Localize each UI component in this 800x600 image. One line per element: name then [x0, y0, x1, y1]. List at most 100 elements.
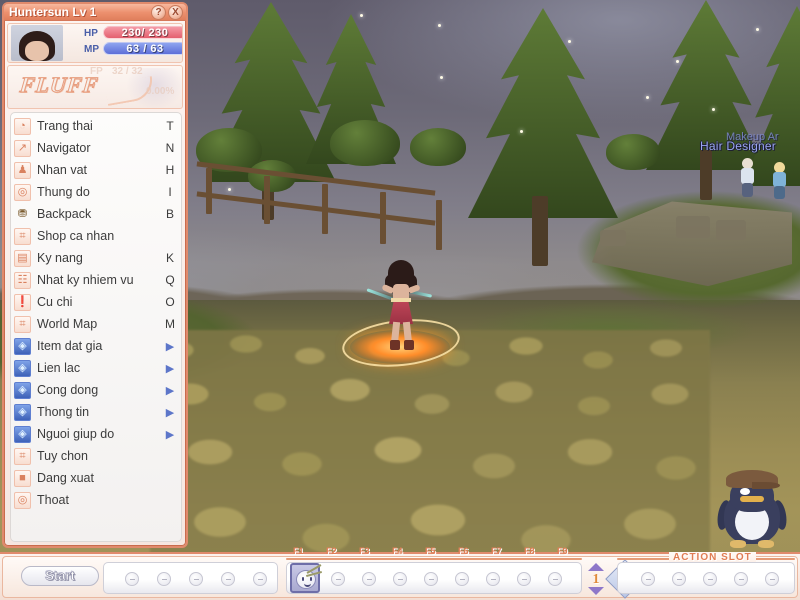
backpack-icon: ⛃	[14, 206, 31, 223]
menu-item-label: Thong tin	[37, 405, 90, 419]
menu-item-world-map[interactable]: ⌗ World Map M	[11, 313, 181, 335]
fkey-slot-2[interactable]	[362, 572, 376, 586]
avatar[interactable]	[11, 25, 63, 61]
quick-slot-5[interactable]	[253, 572, 267, 586]
start-button[interactable]: Start	[21, 566, 99, 586]
character-boot-right	[404, 340, 414, 350]
fkey-slot-3[interactable]	[393, 572, 407, 586]
hp-label: HP	[84, 28, 98, 39]
menu-item-thong-tin[interactable]: ◈ Thong tin ▶	[11, 401, 181, 423]
window-title-bar[interactable]: Huntersun Lv 1 ? X	[4, 4, 186, 21]
fkey-slot-8[interactable]	[548, 572, 562, 586]
action-slot-4[interactable]	[734, 572, 748, 586]
menu-item-dang-xuat[interactable]: ■ Dang xuat	[11, 467, 181, 489]
main-menu-list[interactable]: ◔ Trang thai T ↗ Navigator N ♟ Nhan vat H ◎ Thung …	[10, 112, 182, 542]
menu-item-label: Nhan vat	[37, 163, 88, 177]
penguin-pet[interactable]	[715, 470, 789, 552]
menu-item-label: World Map	[37, 317, 98, 331]
menu-item-nhat-ky-nhiem-vu[interactable]: ☷ Nhat ky nhiem vu Q	[11, 269, 181, 291]
fence-post-1	[206, 168, 212, 214]
close-icon[interactable]: X	[168, 5, 183, 20]
quick-slot-3[interactable]	[189, 572, 203, 586]
skill-icon: ▤	[14, 249, 31, 267]
navigator-icon: ↗	[14, 139, 31, 157]
sparkle	[712, 108, 715, 111]
npc-label-hair-designer[interactable]: Hair Designer	[700, 139, 776, 153]
menu-item-label: Nguoi giup do	[37, 427, 115, 441]
action-slot-2[interactable]	[672, 572, 686, 586]
menu-item-shortcut: B	[165, 207, 174, 221]
menu-item-label: Trang thai	[37, 119, 93, 133]
player-character[interactable]	[339, 258, 463, 373]
action-slot-5[interactable]	[765, 572, 779, 586]
avatar-face	[25, 41, 49, 61]
fkey-slot-4[interactable]	[424, 572, 438, 586]
f1-icon-eye-left	[302, 577, 304, 581]
menu-item-navigator[interactable]: ↗ Navigator N	[11, 137, 181, 159]
quick-slot-tray[interactable]	[103, 562, 278, 594]
sparkle	[646, 96, 649, 99]
menu-item-nhan-vat[interactable]: ♟ Nhan vat H	[11, 159, 181, 181]
quick-slot-2[interactable]	[157, 572, 171, 586]
action-bar-page-selector[interactable]: 1	[585, 563, 607, 595]
chevron-right-icon: ▶	[165, 384, 175, 397]
fkey-label-f8: F8	[524, 546, 535, 556]
menu-item-shortcut: M	[165, 317, 175, 331]
contact-icon-glyph: ◈	[18, 361, 27, 374]
menu-item-shop-ca-nhan[interactable]: ⌗ Shop ca nhan	[11, 225, 181, 247]
mp-label: MP	[84, 44, 99, 55]
help-icon[interactable]: ?	[151, 5, 166, 20]
quick-slot-1[interactable]	[125, 572, 139, 586]
fkey-slot-1[interactable]	[331, 572, 345, 586]
menu-item-backpack[interactable]: ⛃ Backpack B	[11, 203, 181, 225]
menu-item-cong-dong[interactable]: ◈ Cong dong ▶	[11, 379, 181, 401]
menu-item-nguoi-giup-do[interactable]: ◈ Nguoi giup do ▶	[11, 423, 181, 445]
npc-makeup-artist[interactable]	[770, 162, 788, 200]
menu-item-thoat[interactable]: ◎ Thoat	[11, 489, 181, 511]
character-hair	[388, 260, 414, 286]
fence-post-3	[322, 184, 328, 234]
contact-icon: ◈	[14, 359, 31, 377]
menu-item-label: Item dat gia	[37, 339, 103, 353]
exit-icon-glyph: ◎	[17, 493, 28, 506]
bottom-taskbar[interactable]: Start 1 S ACTION SLOT F1F2F3F4F5F6F7F8F9	[0, 546, 800, 600]
menu-item-tuy-chon[interactable]: ⌗ Tuy chon	[11, 445, 181, 467]
chevron-right-icon: ▶	[165, 362, 175, 375]
gesture-icon: ❗	[14, 293, 31, 311]
fence-post-5	[436, 200, 442, 250]
valuable-item-icon-glyph: ◈	[18, 339, 27, 352]
chevron-up-icon[interactable]	[588, 563, 604, 571]
chevron-down-icon[interactable]	[588, 587, 604, 595]
action-slot-1[interactable]	[641, 572, 655, 586]
quick-slot-4[interactable]	[221, 572, 235, 586]
fkey-slot-7[interactable]	[517, 572, 531, 586]
menu-item-item-dat-gia[interactable]: ◈ Item dat gia ▶	[11, 335, 181, 357]
npc-hair-designer[interactable]	[738, 158, 756, 198]
penguin-beak	[740, 496, 764, 502]
fence-post-2	[264, 176, 270, 224]
status-icon: ◔	[14, 117, 31, 135]
world-map-icon: ⌗	[14, 315, 31, 333]
penguin-cap-brim	[752, 482, 780, 489]
menu-item-shortcut: I	[168, 185, 172, 199]
npc-legs	[742, 183, 753, 197]
world-map-icon-glyph: ⌗	[19, 317, 26, 330]
f1-skill-slot[interactable]	[290, 563, 322, 593]
stone-block-a	[676, 216, 710, 238]
menu-item-cu-chi[interactable]: ❗ Cu chi O	[11, 291, 181, 313]
action-slot-tray[interactable]	[617, 562, 795, 594]
fkey-slot-6[interactable]	[486, 572, 500, 586]
menu-item-label: Thung do	[37, 185, 90, 199]
tree-trunk-2	[532, 196, 548, 266]
main-menu-window[interactable]: Huntersun Lv 1 ? X HP MP 230/ 230 63 / 6…	[2, 2, 188, 548]
menu-item-trang-thai[interactable]: ◔ Trang thai T	[11, 115, 181, 137]
fkey-slot-5[interactable]	[455, 572, 469, 586]
penguin-foot-right	[758, 540, 774, 548]
penguin-eye	[740, 488, 750, 495]
menu-item-label: Cu chi	[37, 295, 73, 309]
menu-item-thung-do[interactable]: ◎ Thung do I	[11, 181, 181, 203]
function-key-slot-tray[interactable]	[286, 562, 582, 594]
menu-item-lien-lac[interactable]: ◈ Lien lac ▶	[11, 357, 181, 379]
menu-item-ky-nang[interactable]: ▤ Ky nang K	[11, 247, 181, 269]
action-slot-3[interactable]	[703, 572, 717, 586]
